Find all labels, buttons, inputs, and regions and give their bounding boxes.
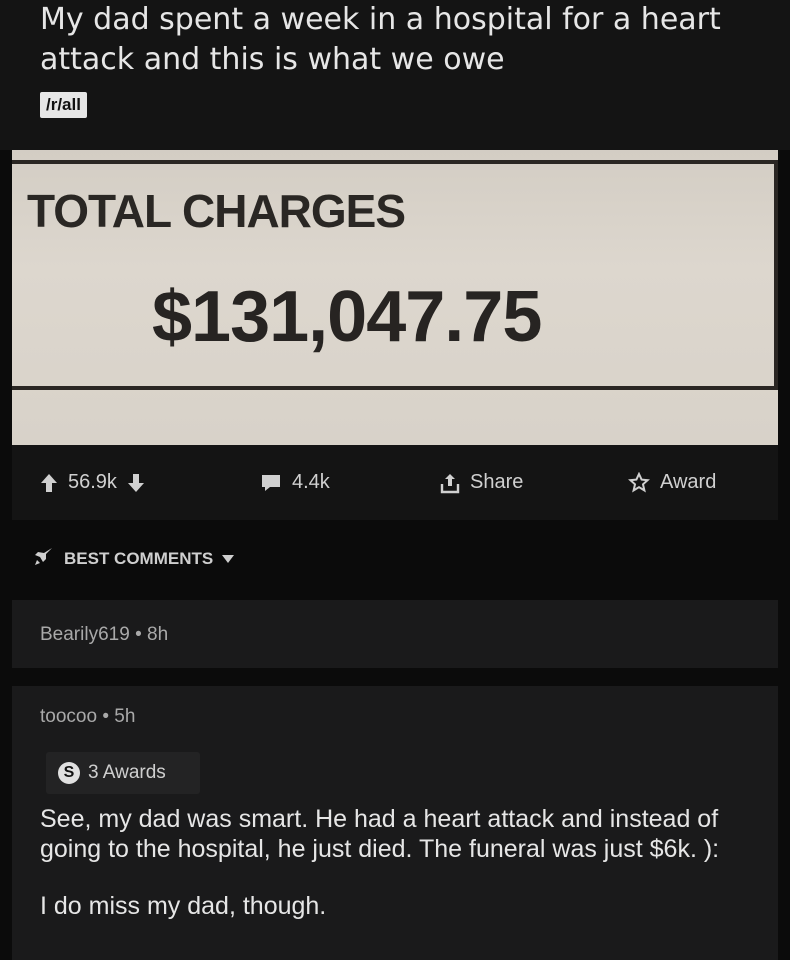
chevron-down-icon — [221, 549, 235, 569]
vote-group: 56.9k — [40, 445, 145, 520]
comment-meta: toocoo • 5h — [40, 706, 135, 728]
comment-collapsed[interactable]: Bearily619 • 8h — [12, 600, 778, 668]
upvote-count: 56.9k — [68, 471, 117, 493]
comment-age: 5h — [114, 706, 136, 727]
rocket-icon — [32, 544, 56, 573]
share-label: Share — [470, 471, 524, 493]
upvote-icon[interactable] — [40, 473, 58, 493]
post-image[interactable]: TOTAL CHARGES $131,047.75 — [12, 150, 778, 445]
share-icon — [440, 472, 460, 494]
award-label: Award — [660, 471, 717, 493]
awards-count: 3 Awards — [88, 762, 166, 783]
comment-meta: Bearily619 • 8h — [40, 624, 168, 646]
comment-paragraph: I do miss my dad, though. — [40, 892, 327, 920]
post-title[interactable]: My dad spent a week in a hospital for a … — [40, 0, 760, 80]
sort-label: BEST COMMENTS — [64, 548, 214, 568]
comment-author[interactable]: toocoo — [40, 706, 97, 727]
comment-body: See, my dad was smart. He had a heart at… — [40, 804, 760, 921]
comment-count: 4.4k — [292, 471, 330, 493]
meta-separator: • — [102, 706, 115, 727]
comment-sort-dropdown[interactable]: BEST COMMENTS — [32, 544, 235, 573]
award-icon — [628, 471, 650, 494]
comment-icon — [260, 473, 282, 493]
subreddit-tag[interactable]: /r/all — [40, 92, 87, 118]
comments-button[interactable]: 4.4k — [260, 445, 340, 520]
downvote-icon[interactable] — [127, 473, 145, 493]
post-action-bar: 56.9k 4.4k Share Award — [12, 445, 778, 520]
award-button[interactable]: Award — [628, 445, 726, 520]
comment-paragraph: See, my dad was smart. He had a heart at… — [40, 805, 720, 863]
comment-age: 8h — [147, 624, 169, 645]
bill-label: TOTAL CHARGES — [27, 185, 406, 237]
share-button[interactable]: Share — [440, 445, 533, 520]
meta-separator: • — [135, 624, 147, 645]
award-coin-icon: S — [58, 762, 80, 784]
bill-amount: $131,047.75 — [152, 277, 542, 357]
comment-author[interactable]: Bearily619 — [40, 624, 130, 645]
post-header: My dad spent a week in a hospital for a … — [0, 0, 790, 150]
awards-badge[interactable]: S 3 Awards — [46, 752, 200, 794]
